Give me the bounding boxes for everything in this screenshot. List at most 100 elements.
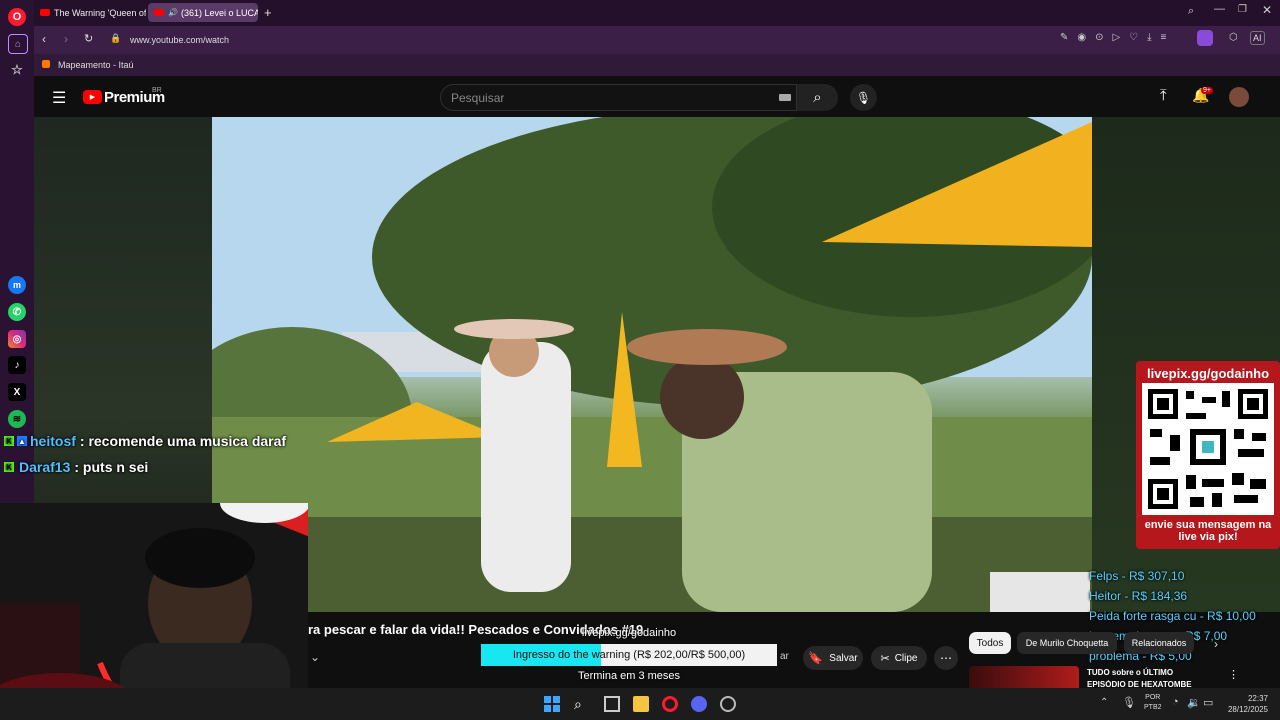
minimize-button[interactable]: —	[1214, 3, 1225, 15]
kick-badge-icon: K	[4, 462, 14, 472]
save-label: Salvar	[829, 652, 858, 664]
more-icon: ⋯	[940, 651, 952, 665]
youtube-favicon-icon	[154, 9, 164, 16]
lock-icon[interactable]: 🔒	[110, 33, 121, 44]
voice-search-button[interactable]: 🎙	[850, 84, 877, 111]
more-options-button[interactable]: ⋯	[934, 646, 958, 670]
chip-all[interactable]: Todos	[969, 632, 1011, 654]
scissors-icon: ✂	[880, 652, 890, 665]
search-icon[interactable]: ⌕	[574, 696, 590, 712]
battery-icon[interactable]: ▭	[1203, 696, 1213, 709]
url-field[interactable]: www.youtube.com/watch	[130, 35, 229, 45]
opera-logo-icon[interactable]: O	[8, 8, 26, 26]
messenger-icon[interactable]: m	[8, 276, 26, 294]
reload-icon[interactable]: ↻	[84, 32, 93, 45]
chat-text: : puts n sei	[74, 459, 149, 475]
tab-bar: The Warning 'Queen of the 🔊 (361) Levei …	[34, 0, 1280, 26]
tab-label: The Warning 'Queen of the	[54, 7, 146, 18]
avatar[interactable]	[1229, 87, 1249, 107]
youtube-favicon-icon	[40, 9, 50, 16]
save-button[interactable]: 🔖 Salvar	[803, 646, 863, 670]
obs-icon[interactable]	[720, 696, 736, 712]
star-icon[interactable]: ☆	[8, 61, 26, 79]
home-icon[interactable]: ⌂	[8, 34, 28, 54]
bookmark-icon: 🔖	[808, 651, 824, 665]
maximize-button[interactable]: ❐	[1238, 4, 1247, 15]
file-explorer-icon[interactable]	[633, 696, 649, 712]
search-icon: ⌕	[813, 89, 822, 106]
clock[interactable]: 22:37 28/12/2025	[1224, 693, 1268, 715]
close-window-button[interactable]: ✕	[1262, 3, 1272, 17]
youtube-logo-icon[interactable]: ▶	[83, 90, 102, 104]
chat-user: heitosf	[30, 433, 76, 449]
address-bar-row: ‹ › ↻ 🔒 www.youtube.com/watch ✎◉⊙▷♡⤓≡ ⬡ …	[34, 26, 1280, 54]
bookmark-item[interactable]: Mapeamento - Itaú	[58, 60, 134, 70]
kick-badge-icon: K	[4, 436, 14, 446]
qr-code-icon	[1142, 383, 1274, 515]
tab-active-video[interactable]: 🔊 (361) Levei o LUCAS	[148, 3, 258, 22]
start-icon[interactable]	[544, 696, 560, 712]
keyboard-icon[interactable]	[779, 94, 791, 101]
youtube-header: ☰ ▶ Premium BR Pesquisar ⌕ 🎙 ⤒ 🔔 9+	[34, 78, 1280, 117]
kebab-menu-icon[interactable]: ⋮	[1228, 668, 1239, 681]
search-placeholder: Pesquisar	[451, 91, 505, 105]
chat-user: Daraf13	[19, 459, 71, 475]
bookmarks-bar: Mapeamento - Itaú	[34, 54, 1280, 76]
discord-icon[interactable]	[691, 696, 707, 712]
donor-entry: Peida forte rasga cu - R$ 10,00	[1089, 609, 1256, 623]
itau-favicon-icon	[42, 60, 50, 68]
donor-entry: Felps - R$ 307,10	[1089, 569, 1185, 583]
related-thumbnail[interactable]	[969, 666, 1079, 688]
tiktok-icon[interactable]: ♪	[8, 356, 26, 374]
time-text: 22:37	[1247, 694, 1268, 703]
speaker-icon[interactable]: 🔊	[168, 8, 178, 17]
wifi-icon[interactable]: ◔	[1172, 696, 1179, 708]
menu-icon[interactable]: ☰	[52, 88, 66, 108]
chat-message: K Daraf13 : puts n sei	[4, 459, 148, 475]
date-text: 28/12/2025	[1227, 705, 1268, 714]
search-tabs-icon[interactable]: ⌕	[1188, 5, 1194, 18]
microphone-tray-icon[interactable]: 🎙	[1122, 696, 1136, 709]
chevron-down-icon[interactable]: ⌄	[310, 650, 326, 666]
layout-text: PTB2	[1144, 704, 1162, 711]
ai-button[interactable]: AI	[1250, 31, 1265, 45]
x-icon[interactable]: X	[8, 383, 26, 401]
livepix-url: livepix.gg/godainho	[1146, 366, 1270, 381]
tab-label: (361) Levei o LUCAS	[180, 7, 258, 18]
profile-icon[interactable]	[1197, 30, 1213, 46]
goal-text: Ingresso do the warning (R$ 202,00/R$ 50…	[512, 649, 746, 661]
spotify-icon[interactable]: ≋	[8, 410, 26, 428]
instagram-icon[interactable]: ◎	[8, 330, 26, 348]
chat-message: K ▲ heitosf : recomende uma musica daraf	[4, 433, 286, 449]
extensions-icon[interactable]: ⬡	[1229, 32, 1238, 43]
toolbar-icons[interactable]: ✎◉⊙▷♡⤓≡	[1060, 32, 1175, 43]
goal-ends: Termina em 3 meses	[577, 670, 681, 682]
santa-hat-icon	[220, 503, 308, 537]
chevron-right-icon[interactable]: ›	[1214, 637, 1218, 651]
opera-icon[interactable]	[662, 696, 678, 712]
clip-label: Clipe	[894, 652, 918, 664]
notifications-badge: 9+	[1201, 87, 1213, 94]
search-input[interactable]: Pesquisar	[440, 84, 797, 111]
clip-button[interactable]: ✂ Clipe	[871, 646, 927, 670]
back-icon[interactable]: ‹	[42, 32, 46, 46]
goal-bar: Ingresso do the warning (R$ 202,00/R$ 50…	[481, 644, 777, 666]
related-title-2[interactable]: EPISÓDIO DE HEXATOMBE	[1087, 680, 1192, 688]
related-title[interactable]: TUDO sobre o ÚLTIMO	[1087, 668, 1173, 677]
chip-related[interactable]: Relacionados	[1124, 632, 1194, 654]
new-tab-button[interactable]: +	[264, 5, 272, 20]
volume-icon[interactable]: 🔉	[1187, 696, 1201, 709]
hidden-button-label[interactable]: ar	[780, 651, 789, 662]
video-player[interactable]	[212, 117, 1092, 612]
task-view-icon[interactable]	[604, 696, 620, 712]
chat-text: : recomende uma musica daraf	[79, 433, 287, 449]
tab-the-warning[interactable]: The Warning 'Queen of the	[34, 3, 146, 22]
whatsapp-icon[interactable]: ✆	[8, 303, 26, 321]
chevron-up-icon[interactable]: ⌃	[1100, 697, 1108, 708]
input-language[interactable]: POR PTB2	[1144, 693, 1162, 713]
upload-icon[interactable]: ⤒	[1160, 87, 1167, 104]
donor-entry: Heitor - R$ 184,36	[1089, 589, 1188, 603]
forward-icon[interactable]: ›	[64, 32, 68, 46]
search-button[interactable]: ⌕	[797, 84, 838, 111]
chip-channel[interactable]: De Murilo Choquetta	[1017, 632, 1117, 654]
